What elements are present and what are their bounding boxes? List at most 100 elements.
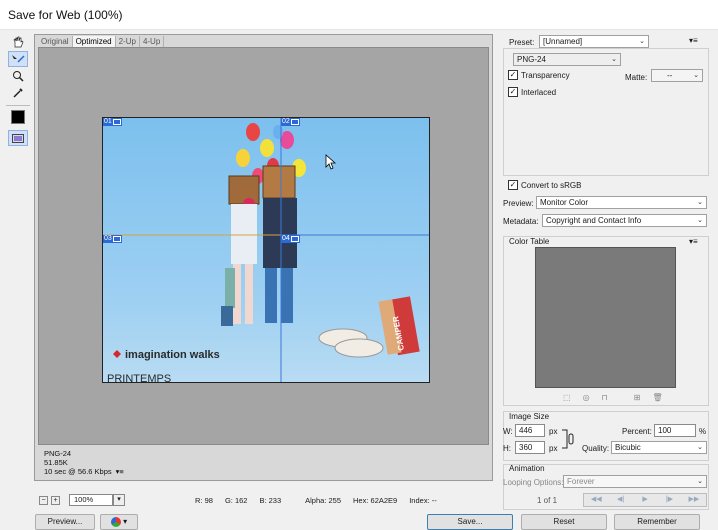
slice-label-01[interactable]: 01 <box>103 118 122 126</box>
tab-original[interactable]: Original <box>38 36 73 47</box>
canvas-area[interactable]: CAMPER imagination walks PRINTEMPS 01 02… <box>38 47 489 445</box>
slice-symbol-icon <box>290 236 299 242</box>
first-frame-icon[interactable]: ◀◀ <box>584 494 608 506</box>
store-text: PRINTEMPS <box>107 373 171 383</box>
chevron-down-icon: ⌄ <box>693 72 699 79</box>
color-table-swatches[interactable] <box>535 247 676 388</box>
status-r: R: 98 <box>195 495 213 505</box>
constrain-proportions-link-icon[interactable] <box>561 428 575 450</box>
lock-color-icon[interactable]: ⊓ <box>602 393 608 402</box>
color-table-title: Color Table <box>509 237 550 246</box>
info-menu-icon[interactable]: ▾≡ <box>116 467 124 476</box>
optimization-info: PNG-24 51.85K 10 sec @ 56.6 Kbps ▾≡ <box>38 449 489 479</box>
height-input[interactable]: 360 <box>515 441 545 454</box>
interlaced-checkbox[interactable]: ✓ Interlaced <box>508 87 556 97</box>
convert-srgb-checkbox[interactable]: ✓ Convert to sRGB <box>508 180 581 190</box>
percent-input[interactable]: 100 <box>654 424 696 437</box>
slice-label-02[interactable]: 02 <box>281 118 300 126</box>
matte-label: Matte: <box>625 73 648 82</box>
quality-value: Bicubic <box>615 443 641 452</box>
status-b: B: 233 <box>259 495 282 505</box>
slice-label-03[interactable]: 03 <box>103 235 122 243</box>
status-index: Index: -- <box>409 495 437 505</box>
matte-dropdown[interactable]: -- ⌄ <box>651 69 703 82</box>
slice-label-04[interactable]: 04 <box>281 235 300 243</box>
color-table-menu-icon[interactable]: ▾≡ <box>689 237 698 246</box>
next-frame-icon[interactable]: |▶ <box>657 494 681 506</box>
title-bar: Save for Web (100%) <box>0 0 718 30</box>
slice-id-02: 02 <box>282 118 290 125</box>
looping-value: Forever <box>567 477 595 486</box>
map-transparent-icon[interactable]: ⬚ <box>563 393 571 402</box>
eyedropper-tool-icon[interactable] <box>8 85 28 101</box>
play-icon[interactable]: ▶ <box>633 494 657 506</box>
chevron-down-icon: ⌄ <box>697 478 703 485</box>
frame-counter: 1 of 1 <box>537 496 558 505</box>
mouse-cursor-icon <box>325 154 337 170</box>
hand-tool-icon[interactable] <box>8 34 28 50</box>
looping-dropdown[interactable]: Forever ⌄ <box>563 475 707 488</box>
tab-optimized[interactable]: Optimized <box>72 36 116 47</box>
tab-2-up[interactable]: 2-Up <box>116 36 140 47</box>
width-label: W: <box>503 427 513 436</box>
eyedropper-color-swatch[interactable] <box>11 110 25 124</box>
chevron-down-icon: ⌄ <box>697 199 703 206</box>
chevron-down-icon: ⌄ <box>697 217 703 224</box>
delete-color-icon[interactable]: 🗑 <box>653 393 663 402</box>
preview-mode-dropdown[interactable]: Monitor Color ⌄ <box>536 196 707 209</box>
window-title: Save for Web (100%) <box>8 8 123 22</box>
zoom-in-button[interactable]: + <box>51 495 60 505</box>
new-color-icon[interactable]: ⊞ <box>634 393 641 402</box>
check-icon: ✓ <box>508 87 518 97</box>
animation-controls: ◀◀ ◀| ▶ |▶ ▶▶ <box>583 493 707 507</box>
slice-select-tool-icon[interactable] <box>8 51 28 67</box>
width-input[interactable]: 446 <box>515 424 545 437</box>
status-bar: − + 100% ▾ R: 98 G: 162 B: 233 Alpha: 25… <box>34 493 493 507</box>
toggle-slices-visibility-icon[interactable] <box>8 130 28 146</box>
looping-label: Looping Options: <box>503 478 564 487</box>
info-download-time: 10 sec @ 56.6 Kbps <box>44 467 112 476</box>
preview-mode-value: Monitor Color <box>540 198 589 207</box>
preset-value: [Unnamed] <box>543 37 583 46</box>
color-table-actions: ⬚ ◎ ⊓ ⊞ 🗑 <box>563 393 663 402</box>
matte-value: -- <box>667 71 673 80</box>
transparency-label: Transparency <box>521 70 570 80</box>
browser-preview-button[interactable]: ▾ <box>100 514 138 530</box>
preview-button[interactable]: Preview... <box>35 514 95 530</box>
zoom-level-field[interactable]: 100% <box>69 494 113 506</box>
previous-frame-icon[interactable]: ◀| <box>608 494 632 506</box>
quality-dropdown[interactable]: Bicubic ⌄ <box>611 441 707 454</box>
animation-title: Animation <box>509 464 545 473</box>
slice-symbol-icon <box>112 236 121 242</box>
last-frame-icon[interactable]: ▶▶ <box>682 494 706 506</box>
slice-symbol-icon <box>290 119 299 125</box>
convert-srgb-label: Convert to sRGB <box>521 180 582 190</box>
reset-button[interactable]: Reset <box>521 514 607 530</box>
optimized-image[interactable]: CAMPER imagination walks PRINTEMPS 01 02… <box>102 117 430 383</box>
format-settings-group <box>503 48 709 176</box>
save-button[interactable]: Save... <box>427 514 513 530</box>
zoom-out-button[interactable]: − <box>39 495 48 505</box>
percent-label: Percent: <box>622 427 652 436</box>
button-bar: Preview... ▾ Save... Reset Remember <box>0 514 718 530</box>
zoom-tool-icon[interactable] <box>8 68 28 84</box>
preview-viewport: Original Optimized 2-Up 4-Up CAMPER imag… <box>34 34 493 481</box>
zoom-dropdown-icon[interactable]: ▾ <box>113 494 125 506</box>
metadata-value: Copyright and Contact Info <box>546 216 642 225</box>
file-format-dropdown[interactable]: PNG-24 ⌄ <box>513 53 621 66</box>
preset-dropdown[interactable]: [Unnamed] ⌄ <box>539 35 649 48</box>
chevron-down-icon: ⌄ <box>639 38 645 45</box>
status-g: G: 162 <box>224 495 248 505</box>
remember-button[interactable]: Remember <box>614 514 700 530</box>
web-shift-icon[interactable]: ◎ <box>583 393 590 402</box>
interlaced-label: Interlaced <box>521 87 557 97</box>
metadata-label: Metadata: <box>503 217 539 226</box>
height-unit: px <box>549 444 558 453</box>
preset-label: Preset: <box>509 38 535 47</box>
metadata-dropdown[interactable]: Copyright and Contact Info ⌄ <box>542 214 707 227</box>
transparency-checkbox[interactable]: ✓ Transparency <box>508 70 570 80</box>
settings-menu-icon[interactable]: ▾≡ <box>689 36 698 45</box>
status-hex: Hex: 62A2E9 <box>353 495 398 505</box>
quality-label: Quality: <box>582 444 610 453</box>
tab-4-up[interactable]: 4-Up <box>140 36 165 47</box>
